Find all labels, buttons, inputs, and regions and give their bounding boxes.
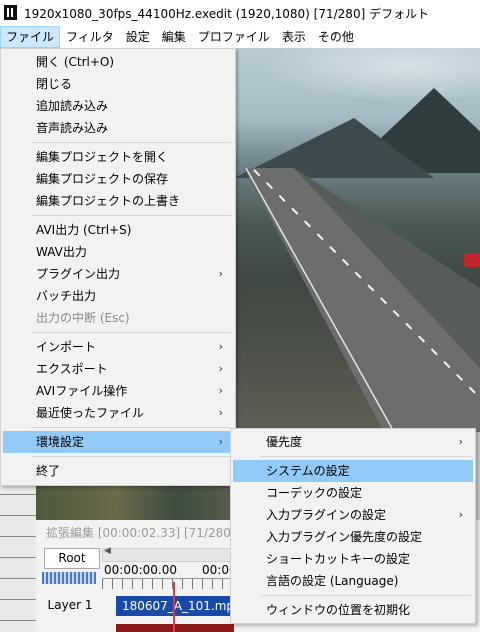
menu-item-close[interactable]: 閉じる <box>3 73 233 95</box>
title-bar: 1920x1080_30fps_44100Hz.exedit (1920,108… <box>0 0 480 26</box>
menu-item-label: 最近使ったファイル <box>36 406 145 420</box>
zoom-slider[interactable] <box>42 572 96 584</box>
preview-road <box>244 168 480 432</box>
timeline-thumbnail <box>36 480 236 520</box>
menu-item-preferences[interactable]: 環境設定 › <box>3 431 233 453</box>
submenu-arrow-icon: › <box>218 384 223 397</box>
timeline-scrollbar[interactable] <box>102 548 234 562</box>
submenu-arrow-icon: › <box>218 362 223 375</box>
menu-item-shortcut-settings[interactable]: ショートカットキーの設定 <box>233 548 473 570</box>
menu-item-recent-files[interactable]: 最近使ったファイル › <box>3 402 233 424</box>
menu-item-label: 入力プラグインの設定 <box>266 508 387 522</box>
menu-item-label: 優先度 <box>266 435 303 449</box>
menu-item-overwrite-project[interactable]: 編集プロジェクトの上書き <box>3 190 233 212</box>
menu-item-import[interactable]: インポート › <box>3 336 233 358</box>
menu-item-avi-file-ops[interactable]: AVIファイル操作 › <box>3 380 233 402</box>
video-preview <box>234 48 480 432</box>
menu-item-input-plugin-settings[interactable]: 入力プラグインの設定 › <box>233 504 473 526</box>
menu-item-input-plugin-priority[interactable]: 入力プラグイン優先度の設定 <box>233 526 473 548</box>
menu-item-label: エクスポート <box>36 362 108 376</box>
menu-item-abort-output: 出力の中断 (Esc) <box>36 311 130 325</box>
menu-separator <box>31 142 231 143</box>
menu-other[interactable]: その他 <box>312 26 360 48</box>
preview-car <box>464 253 480 267</box>
submenu-arrow-icon: › <box>218 406 223 419</box>
submenu-arrow-icon: › <box>218 340 223 353</box>
submenu-arrow-icon: › <box>218 435 223 448</box>
menu-item-label: AVIファイル操作 <box>36 384 128 398</box>
menu-separator <box>31 427 231 428</box>
menu-bar: ファイル フィルタ 設定 編集 プロファイル 表示 その他 <box>0 26 480 49</box>
menu-item-batch-output[interactable]: バッチ出力 <box>3 285 233 307</box>
preferences-submenu: 優先度 › システムの設定 コーデックの設定 入力プラグインの設定 › 入力プラ… <box>230 428 476 624</box>
menu-item-label: プラグイン出力 <box>36 267 121 281</box>
menu-item-export[interactable]: エクスポート › <box>3 358 233 380</box>
menu-item-open-project[interactable]: 編集プロジェクトを開く <box>3 146 233 168</box>
submenu-arrow-icon: › <box>218 267 223 280</box>
menu-item-wav-output[interactable]: WAV出力 <box>3 241 233 263</box>
menu-item-save-project[interactable]: 編集プロジェクトの保存 <box>3 168 233 190</box>
menu-item-exit[interactable]: 終了 <box>3 460 233 482</box>
scroll-left-icon[interactable]: ◀ <box>104 546 111 556</box>
menu-separator <box>261 595 471 596</box>
submenu-arrow-icon: › <box>458 435 463 448</box>
menu-file[interactable]: ファイル <box>0 26 61 48</box>
menu-settings[interactable]: 設定 <box>120 26 156 48</box>
menu-separator <box>31 456 231 457</box>
playhead[interactable] <box>173 582 175 632</box>
menu-item-append[interactable]: 追加読み込み <box>3 95 233 117</box>
menu-filter[interactable]: フィルタ <box>60 26 120 48</box>
menu-view[interactable]: 表示 <box>276 26 312 48</box>
menu-item-label: 環境設定 <box>36 435 85 449</box>
menu-item-language-settings[interactable]: 言語の設定 (Language) <box>233 570 473 592</box>
file-menu: 開く (Ctrl+O) 閉じる 追加読み込み 音声読み込み 編集プロジェクトを開… <box>0 48 236 486</box>
menu-item-open[interactable]: 開く (Ctrl+O) <box>3 51 233 73</box>
menu-item-codec-settings[interactable]: コーデックの設定 <box>233 482 473 504</box>
menu-edit[interactable]: 編集 <box>156 26 192 48</box>
menu-item-plugin-output[interactable]: プラグイン出力 › <box>3 263 233 285</box>
timeline-clip-audio[interactable] <box>116 624 234 632</box>
menu-item-system-settings[interactable]: システムの設定 <box>233 460 473 482</box>
timeline-clip[interactable]: 180607_A_101.mp4 <box>116 596 234 616</box>
layer-label[interactable]: Layer 1 <box>40 598 100 612</box>
submenu-arrow-icon: › <box>458 508 463 521</box>
menu-item-audio-load[interactable]: 音声読み込み <box>3 117 233 139</box>
menu-item-reset-window-position[interactable]: ウィンドウの位置を初期化 <box>233 599 473 621</box>
timecode-start: 00:00:00.00 <box>104 563 177 577</box>
menu-separator <box>31 215 231 216</box>
timeline-ruler[interactable] <box>102 578 232 589</box>
menu-profile[interactable]: プロファイル <box>192 26 276 48</box>
menu-separator <box>261 456 471 457</box>
menu-separator <box>31 332 231 333</box>
window-title: 1920x1080_30fps_44100Hz.exedit (1920,108… <box>24 7 430 21</box>
menu-item-priority[interactable]: 優先度 › <box>233 431 473 453</box>
menu-item-label: インポート <box>36 340 97 354</box>
menu-item-avi-output[interactable]: AVI出力 (Ctrl+S) <box>3 219 233 241</box>
app-icon <box>4 5 17 20</box>
timeline-title: 拡張編集 [00:00:02.33] [71/280] <box>46 526 236 540</box>
root-button[interactable]: Root <box>44 548 100 569</box>
